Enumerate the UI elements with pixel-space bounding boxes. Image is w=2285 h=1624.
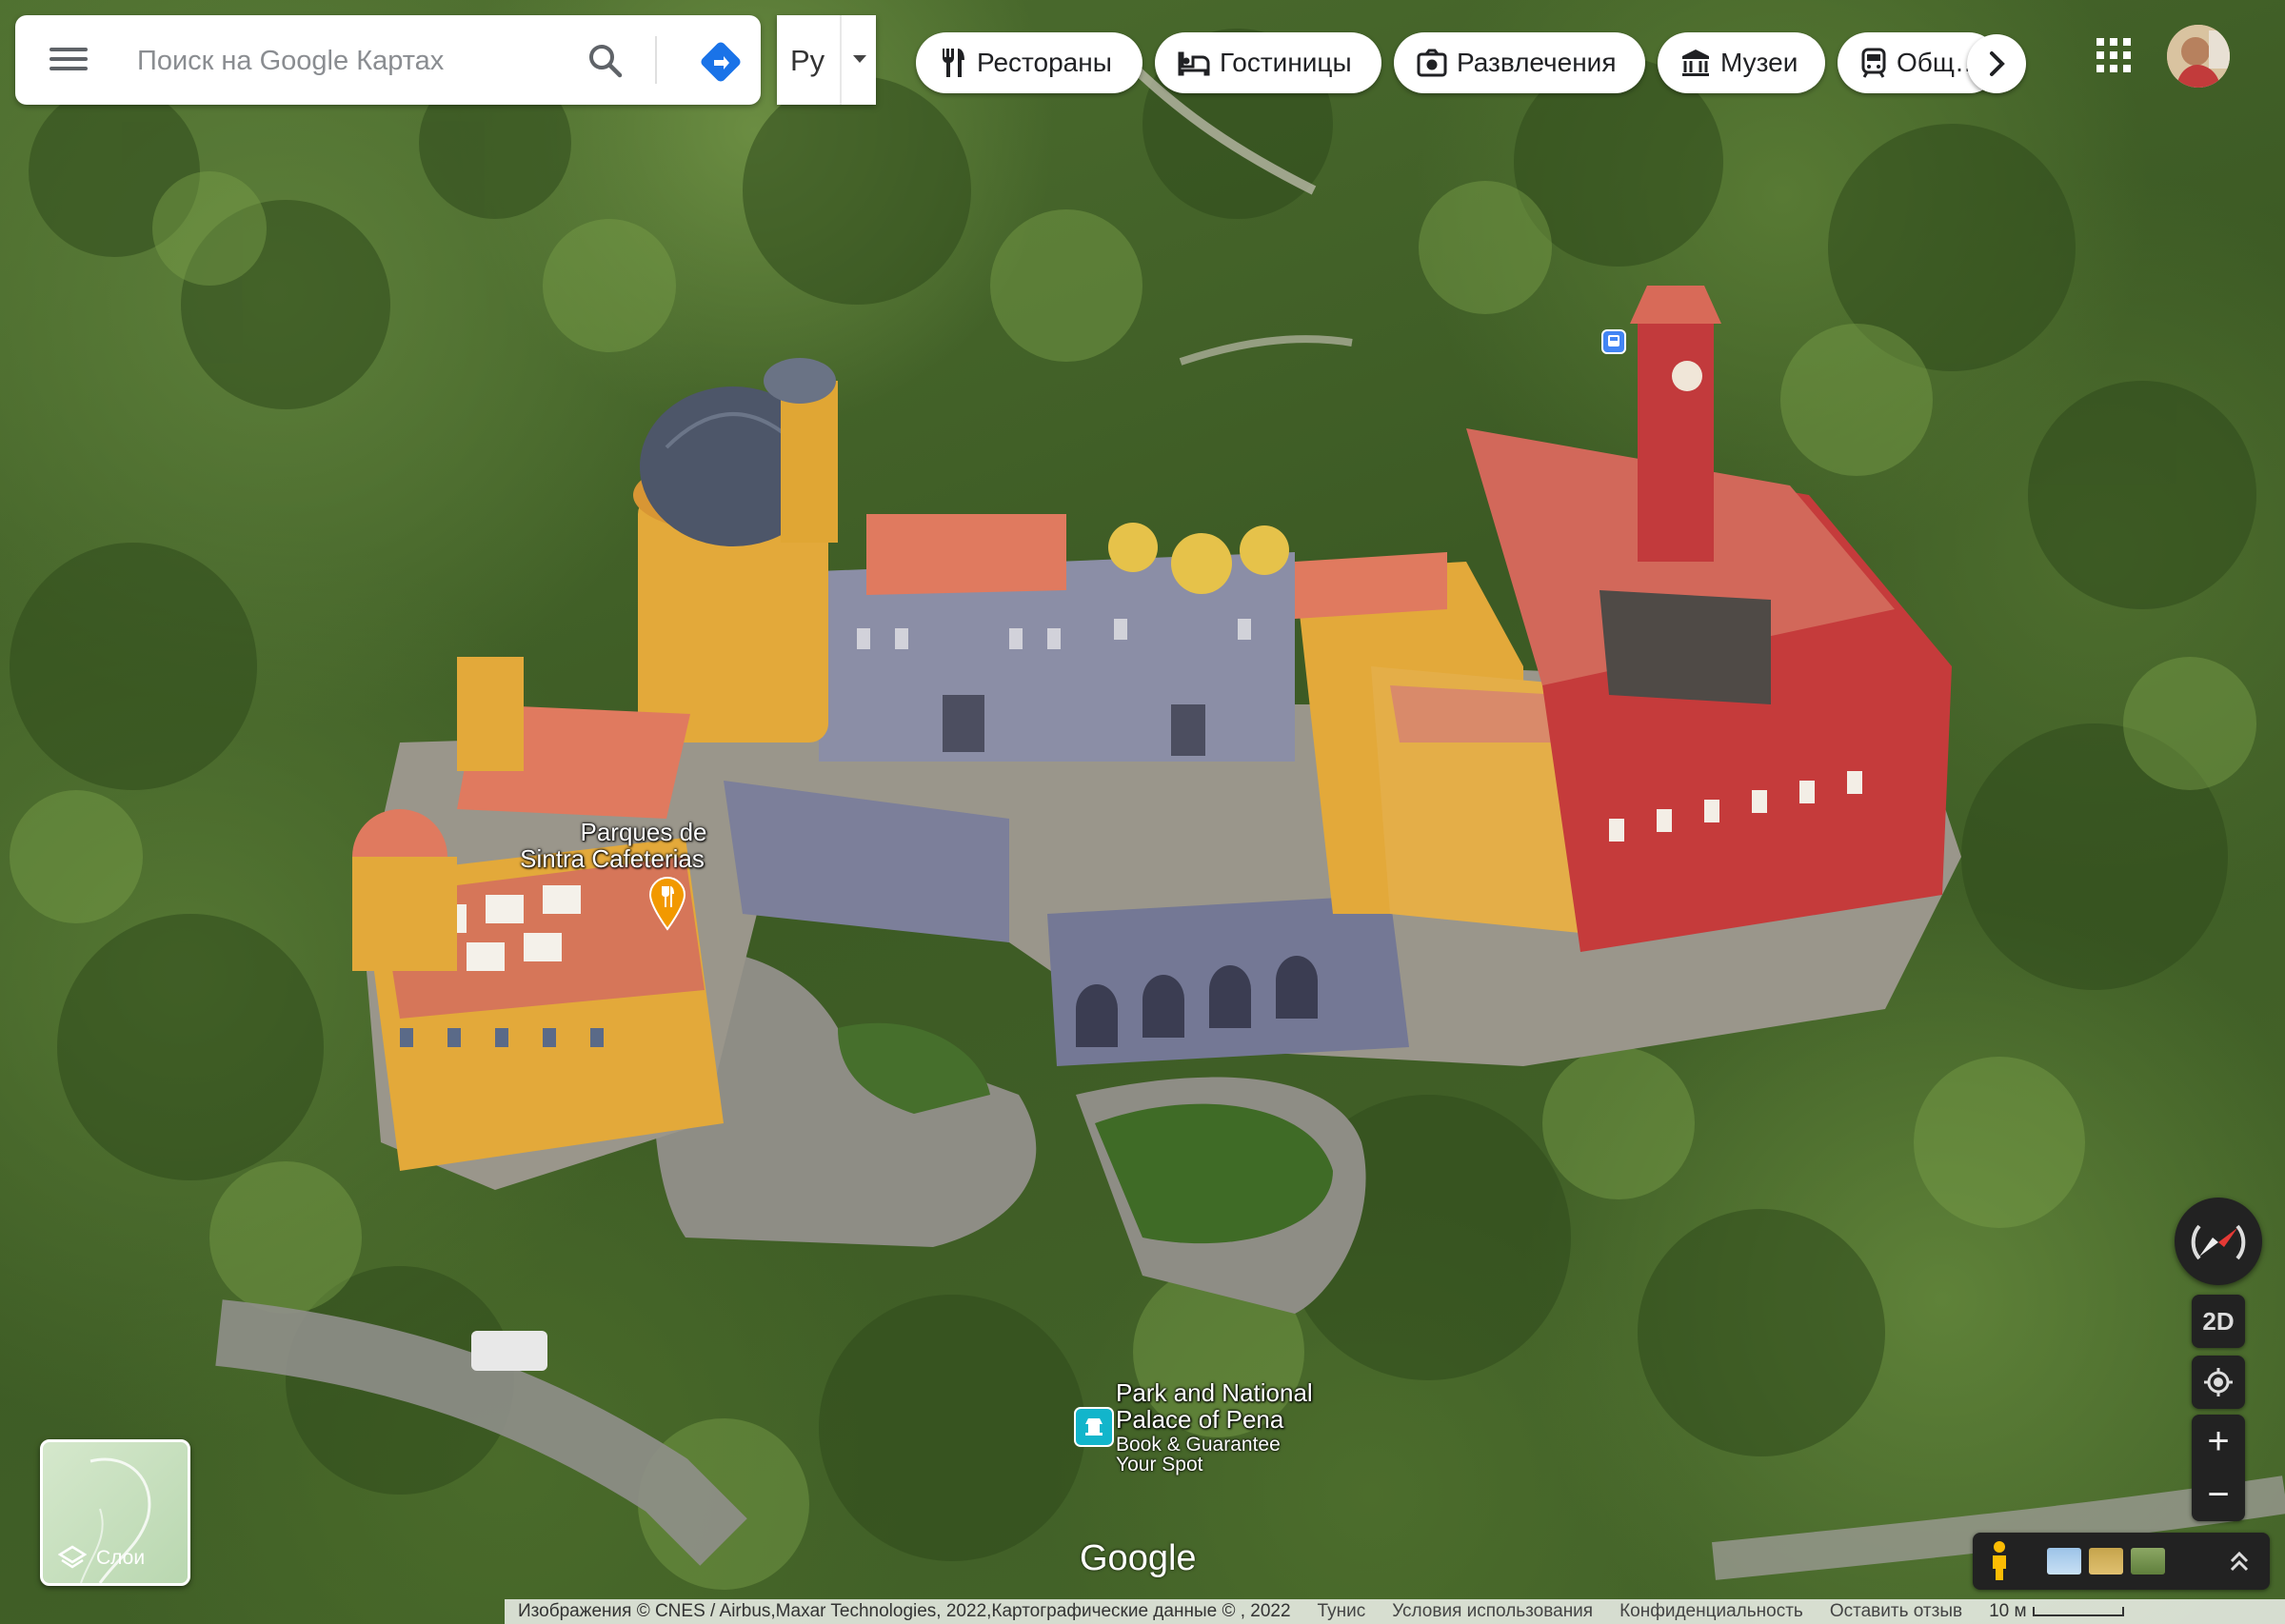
place-name-line: Park and National: [1116, 1378, 1313, 1407]
restaurant-icon: [942, 49, 964, 77]
scale-bar[interactable]: 10 м: [1976, 1601, 2136, 1622]
imagery-attribution: Изображения © CNES / Airbus,Maxar Techno…: [518, 1601, 1291, 1621]
place-sublabel-1[interactable]: Book & Guarantee: [1116, 1435, 1281, 1456]
place-name-line: Parques de: [580, 818, 707, 846]
zoom-control: + −: [2192, 1415, 2245, 1521]
place-name-line: Sintra Cafeterias: [520, 844, 705, 873]
chip-label: Гостиницы: [1220, 48, 1352, 77]
chip-label: Музеи: [1720, 48, 1798, 77]
search-input[interactable]: [135, 34, 586, 88]
my-location-button[interactable]: [2192, 1356, 2245, 1409]
feedback-link[interactable]: Оставить отзыв: [1817, 1601, 1976, 1622]
chip-attractions[interactable]: Развлечения: [1394, 32, 1645, 93]
place-sub-line: Book & Guarantee: [1116, 1434, 1281, 1456]
terms-link[interactable]: Условия использования: [1379, 1601, 1606, 1622]
thumbnail-green[interactable]: [2131, 1548, 2165, 1574]
compass-button[interactable]: [2175, 1198, 2262, 1285]
menu-icon-bar: [50, 48, 88, 51]
chevron-right-icon: [1990, 51, 2005, 76]
chip-label: Рестораны: [977, 48, 1112, 77]
place-label-cafeterias-2[interactable]: Sintra Cafeterias: [512, 845, 712, 872]
avatar[interactable]: [2167, 25, 2230, 88]
compass-icon: [2191, 1224, 2246, 1260]
privacy-link[interactable]: Конфиденциальность: [1606, 1601, 1817, 1622]
menu-icon-bar: [50, 67, 88, 70]
place-label-cafeterias[interactable]: Parques de: [577, 819, 710, 845]
search-divider: [655, 36, 657, 84]
google-apps-icon[interactable]: [2095, 36, 2133, 74]
layers-label: Слои: [96, 1547, 146, 1569]
chip-label: Развлечения: [1457, 48, 1617, 77]
user-photo: [2167, 25, 2230, 88]
directions-icon[interactable]: [699, 40, 743, 84]
thumbnail-sand[interactable]: [2089, 1548, 2123, 1574]
transit-icon: [1861, 48, 1886, 78]
hotel-icon: [1178, 51, 1210, 76]
toggle-2d-label: 2D: [2202, 1306, 2235, 1336]
scale-ruler: [2032, 1607, 2124, 1616]
chevron-down-icon: [853, 55, 866, 63]
country-link[interactable]: Тунис: [1304, 1601, 1380, 1622]
search-box: [15, 15, 761, 105]
layers-icon: [58, 1545, 87, 1569]
toggle-2d-button[interactable]: 2D: [2192, 1295, 2245, 1348]
pegman-icon[interactable]: [1988, 1540, 2011, 1582]
chip-museums[interactable]: Музеи: [1658, 32, 1825, 93]
landmark-pin-icon[interactable]: [1074, 1407, 1114, 1447]
layers-button[interactable]: Слои: [40, 1439, 190, 1586]
place-label-pena-1[interactable]: Park and National: [1116, 1379, 1313, 1406]
menu-button[interactable]: [50, 42, 88, 78]
thumbnail-sky[interactable]: [2047, 1548, 2081, 1574]
google-logo: Google: [1080, 1538, 1197, 1578]
place-sublabel-2[interactable]: Your Spot: [1116, 1455, 1202, 1475]
zoom-out-button[interactable]: −: [2192, 1468, 2245, 1521]
zoom-in-button[interactable]: +: [2192, 1415, 2245, 1468]
language-selected: Ру: [790, 44, 825, 77]
camera-icon: [1417, 49, 1447, 77]
museum-icon: [1682, 50, 1709, 76]
chip-hotels[interactable]: Гостиницы: [1155, 32, 1381, 93]
chip-restaurants[interactable]: Рестораны: [916, 32, 1142, 93]
place-sub-line: Your Spot: [1116, 1454, 1203, 1475]
search-icon[interactable]: [585, 40, 626, 82]
bus-stop-icon[interactable]: [1601, 329, 1626, 354]
chevron-up-double-icon[interactable]: [2222, 1544, 2256, 1578]
menu-icon-bar: [50, 57, 88, 61]
place-name-line: Palace of Pena: [1116, 1405, 1284, 1434]
footer-bar: Изображения © CNES / Airbus,Maxar Techno…: [505, 1599, 2285, 1624]
restaurant-pin-icon[interactable]: [647, 876, 687, 931]
language-select[interactable]: Ру: [777, 15, 876, 105]
street-view-bar: [1973, 1533, 2270, 1590]
scale-label: 10 м: [1989, 1601, 2027, 1621]
place-label-pena-2[interactable]: Palace of Pena: [1116, 1406, 1283, 1433]
my-location-icon: [2204, 1368, 2233, 1396]
language-divider: [840, 15, 842, 105]
chips-scroll-right-button[interactable]: [1967, 34, 2026, 93]
